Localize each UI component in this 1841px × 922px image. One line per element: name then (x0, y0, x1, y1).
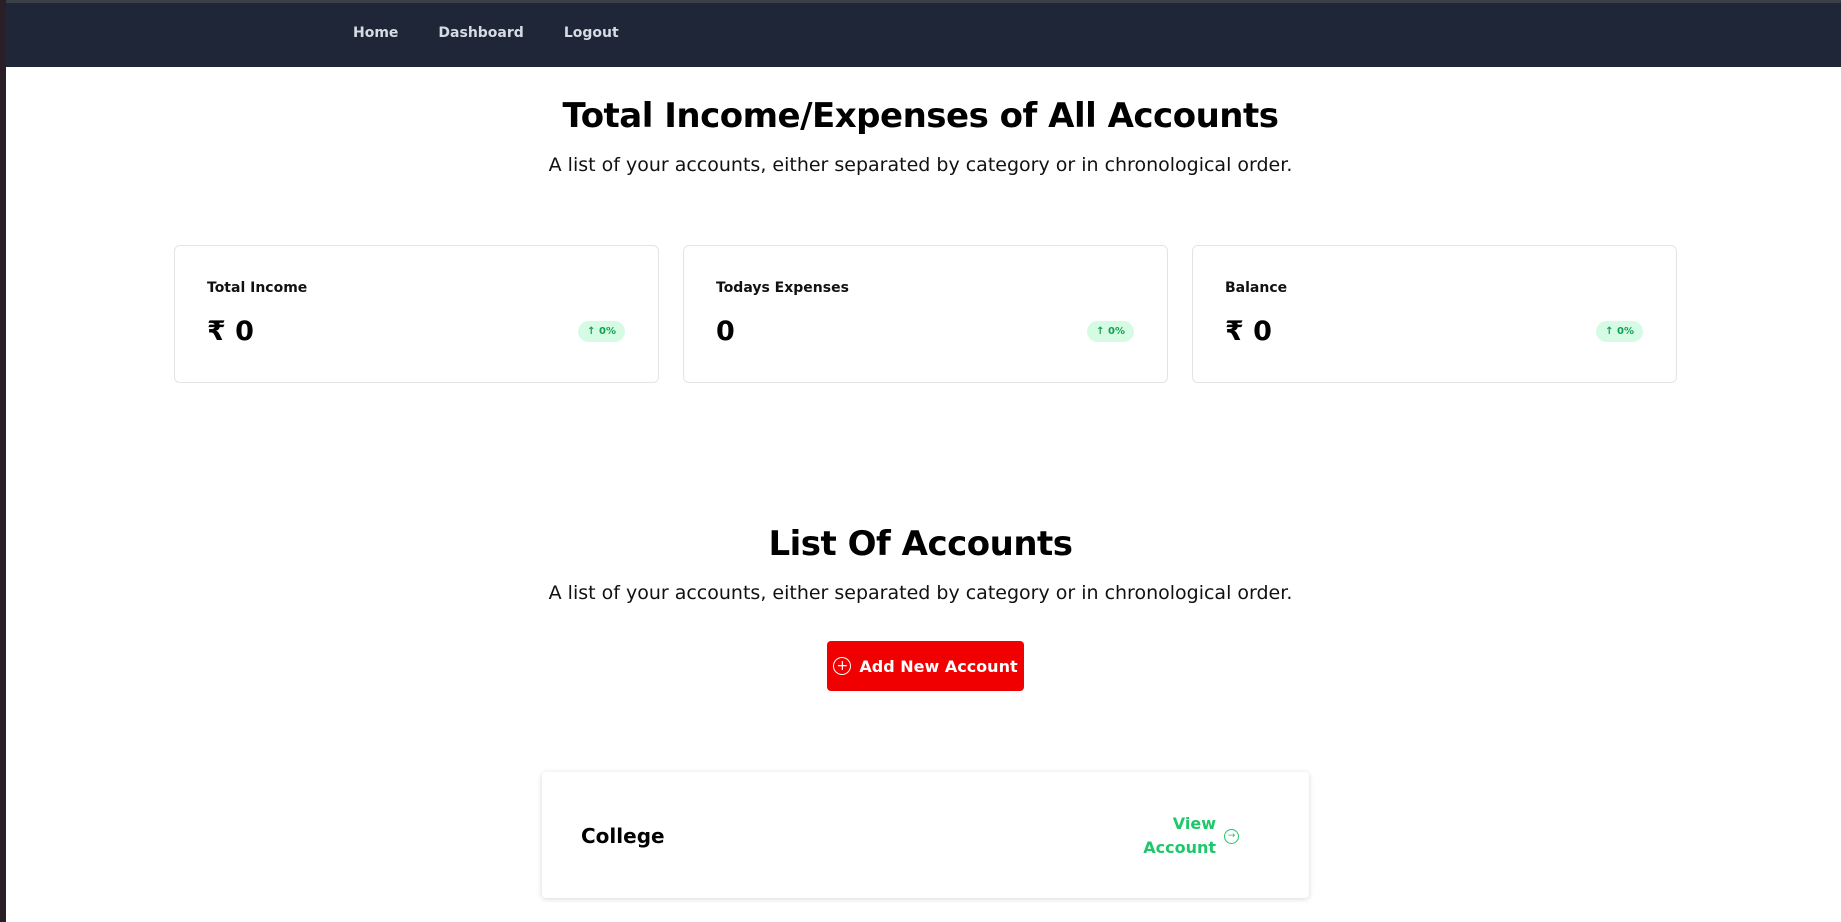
summary-subtitle: A list of your accounts, either separate… (548, 154, 1293, 176)
trend-badge: ↑ 0% (1596, 321, 1643, 342)
trend-badge: ↑ 0% (1087, 321, 1134, 342)
total-income-card: Total Income ₹ 0 ↑ 0% (174, 245, 659, 383)
view-account-link[interactable]: View Account → (1132, 812, 1242, 860)
trend-badge: ↑ 0% (578, 321, 625, 342)
balance-card: Balance ₹ 0 ↑ 0% (1192, 245, 1677, 383)
nav-home-link[interactable]: Home (353, 25, 418, 41)
accounts-subtitle: A list of your accounts, either separate… (548, 582, 1293, 604)
nav-dashboard-link[interactable]: Dashboard (418, 25, 543, 41)
stat-value: ₹ 0 (1225, 316, 1272, 347)
stat-label: Balance (1225, 280, 1288, 296)
top-navbar: Home Dashboard Logout (6, 0, 1841, 67)
nav-logout-link[interactable]: Logout (544, 25, 639, 41)
desktop-edge (0, 0, 6, 922)
plus-circle-icon: + (833, 657, 852, 675)
stat-value: 0 (716, 316, 735, 347)
stat-label: Total Income (207, 280, 308, 296)
account-card: College View Account → (542, 772, 1309, 898)
nav-links: Home Dashboard Logout (353, 25, 639, 41)
view-account-label: View Account (1143, 814, 1216, 857)
add-button-label: Add New Account (859, 656, 1018, 676)
account-name: College (581, 824, 665, 848)
arrow-right-circle-icon: → (1224, 828, 1239, 844)
accounts-title: List Of Accounts (768, 524, 1073, 564)
stat-value: ₹ 0 (207, 316, 254, 347)
add-new-account-button[interactable]: + Add New Account (827, 641, 1024, 691)
summary-title: Total Income/Expenses of All Accounts (562, 96, 1279, 136)
todays-expenses-card: Todays Expenses 0 ↑ 0% (683, 245, 1168, 383)
stat-label: Todays Expenses (716, 280, 849, 296)
